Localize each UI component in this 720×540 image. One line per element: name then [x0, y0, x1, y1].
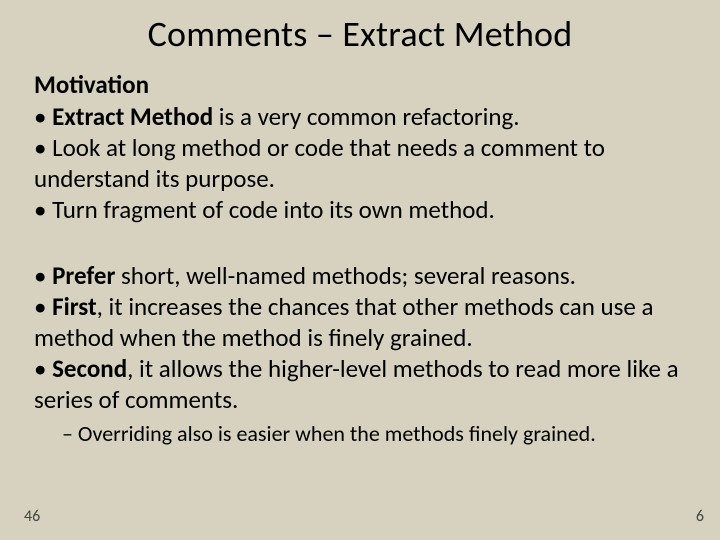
page-number-left: 46 — [24, 507, 40, 526]
slide-title: Comments – Extract Method — [34, 12, 686, 56]
bullet-4-bold: Prefer — [52, 260, 115, 291]
bullet-6-pre: • — [34, 353, 52, 384]
spacer — [34, 226, 686, 260]
bullet-3: • Turn fragment of code into its own met… — [34, 195, 686, 226]
bullet-2: • Look at long method or code that needs… — [34, 133, 686, 194]
bullet-6-bold: Second — [52, 353, 127, 384]
bullet-1-bold: Extract Method — [52, 101, 213, 132]
bullet-1-pre: • — [34, 101, 52, 132]
bullet-6-post: , it allows the higher-level methods to … — [34, 353, 679, 415]
bullet-4-post: short, well-named methods; several reaso… — [115, 260, 576, 291]
page-number-right: 6 — [696, 507, 704, 526]
bullet-4-pre: • — [34, 260, 52, 291]
bullet-5-bold: First — [52, 291, 97, 322]
slide-body: Motivation • Extract Method is a very co… — [34, 70, 686, 448]
bullet-5-post: , it increases the chances that other me… — [34, 291, 653, 353]
bullet-5-pre: • — [34, 291, 52, 322]
bullet-4: • Prefer short, well-named methods; seve… — [34, 261, 686, 292]
motivation-heading: Motivation — [34, 70, 686, 101]
bullet-6: • Second, it allows the higher-level met… — [34, 354, 686, 415]
bullet-1-post: is a very common refactoring. — [213, 101, 519, 132]
bullet-5: • First, it increases the chances that o… — [34, 292, 686, 353]
slide: Comments – Extract Method Motivation • E… — [0, 0, 720, 540]
sub-bullet-1: – Overriding also is easier when the met… — [62, 421, 686, 448]
bullet-1: • Extract Method is a very common refact… — [34, 102, 686, 133]
